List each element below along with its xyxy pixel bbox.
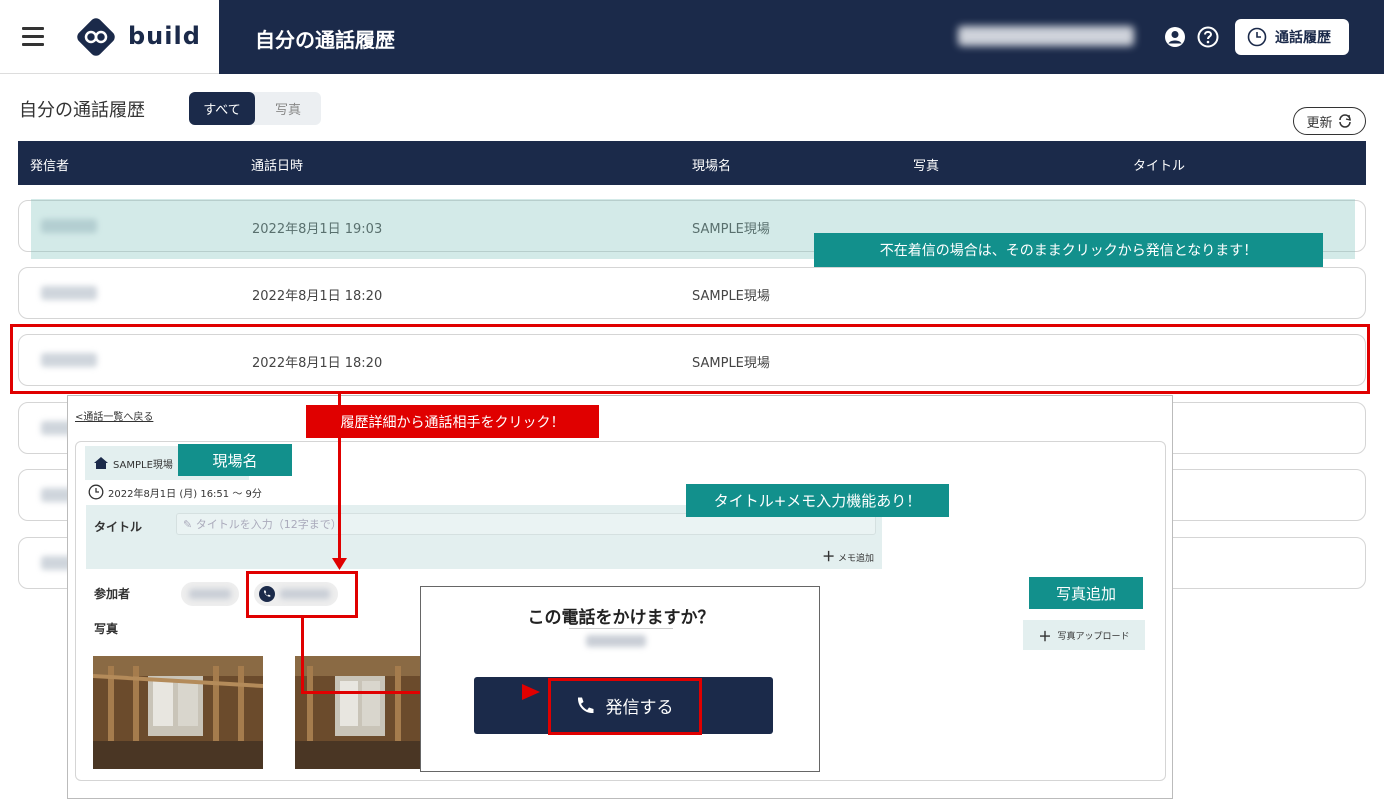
refresh-icon: [1338, 114, 1351, 128]
photo-label: 写真: [94, 622, 119, 636]
top-bar: build 自分の通話履歴 通話履歴: [0, 0, 1384, 74]
column-header[interactable]: タイトル: [1133, 155, 1185, 174]
call-history-label: 通話履歴: [1275, 30, 1331, 46]
title-placeholder: タイトルを入力（12字まで）: [195, 518, 342, 531]
plus-icon: ＋: [1038, 629, 1052, 645]
refresh-button[interactable]: 更新: [1293, 107, 1366, 135]
title-memo-note: タイトル+メモ入力機能あり！: [686, 484, 949, 517]
photo-add-note: 写真追加: [1029, 577, 1143, 609]
call-time: 2022年8月1日 (月) 16:51 ～ 9分: [88, 484, 262, 500]
call-datetime: 2022年8月1日 18:20: [252, 289, 383, 304]
column-header[interactable]: 通話日時: [251, 155, 303, 174]
divider: [569, 628, 673, 629]
row-highlight-box: [10, 324, 1370, 394]
arrow-head-right-icon: [522, 684, 540, 700]
arrow-line: [338, 394, 341, 566]
user-account-icon[interactable]: [1164, 26, 1186, 48]
call-history-button[interactable]: 通話履歴: [1235, 19, 1349, 55]
missed-call-note: 不在着信の場合は、そのままクリックから発信となります！: [814, 233, 1323, 267]
construction-photo: [295, 656, 421, 769]
clock-icon: [88, 484, 104, 500]
site-tag-label: SAMPLE現場: [113, 459, 173, 471]
arrow-head-down-icon: [332, 558, 347, 570]
title-label: タイトル: [94, 520, 143, 534]
logo-text: build: [128, 22, 201, 50]
pencil-icon: ✎: [183, 517, 196, 531]
caller-name: [41, 286, 97, 300]
clock-icon: [1247, 27, 1267, 47]
memo-add-label: メモ追加: [837, 554, 874, 564]
table-header: 発信者 通話日時 現場名 写真 タイトル: [18, 141, 1366, 185]
memo-add-button[interactable]: ＋ メモ追加: [822, 546, 874, 565]
participant-name: [189, 589, 231, 599]
site-name-note: 現場名: [178, 444, 292, 476]
photo-thumbnail[interactable]: [295, 656, 421, 769]
arrow-line: [301, 618, 304, 694]
dialog-question: この電話をかけますか？: [527, 608, 715, 628]
logo-icon[interactable]: [74, 15, 118, 59]
back-link[interactable]: <通話一覧へ戻る: [75, 408, 153, 423]
participant-highlight-box: [246, 571, 358, 618]
section-title: 自分の通話履歴: [19, 100, 145, 121]
user-name: [958, 26, 1134, 46]
call-button-highlight-box: [548, 678, 702, 735]
column-header[interactable]: 発信者: [30, 155, 69, 174]
click-partner-note: 履歴詳細から通話相手をクリック！: [306, 405, 599, 438]
column-header[interactable]: 現場名: [692, 155, 731, 174]
plus-icon: ＋: [822, 550, 836, 565]
filter-photo-tab[interactable]: 写真: [255, 92, 321, 125]
photo-upload-button[interactable]: ＋ 写真アップロード: [1023, 620, 1145, 650]
home-icon: [94, 457, 108, 469]
filter-all-tab[interactable]: すべて: [189, 92, 255, 125]
help-icon[interactable]: [1197, 26, 1219, 48]
refresh-label: 更新: [1306, 115, 1333, 131]
photo-upload-label: 写真アップロード: [1057, 631, 1130, 642]
logo-area: build: [0, 0, 219, 74]
participants-label: 参加者: [94, 587, 131, 601]
column-header[interactable]: 写真: [913, 155, 939, 174]
callee-name: [586, 635, 646, 647]
photo-thumbnail[interactable]: [93, 656, 263, 769]
page-heading: 自分の通話履歴: [255, 28, 395, 52]
table-row[interactable]: 2022年8月1日 18:20 SAMPLE現場: [18, 267, 1366, 319]
filter-segment: すべて 写真: [189, 92, 321, 125]
call-datetime-detail: 2022年8月1日 (月) 16:51 ～ 9分: [108, 488, 262, 500]
participant-chip[interactable]: [181, 582, 239, 606]
hamburger-menu-icon[interactable]: [22, 27, 44, 46]
site-name: SAMPLE現場: [692, 289, 770, 304]
construction-photo: [93, 656, 263, 769]
